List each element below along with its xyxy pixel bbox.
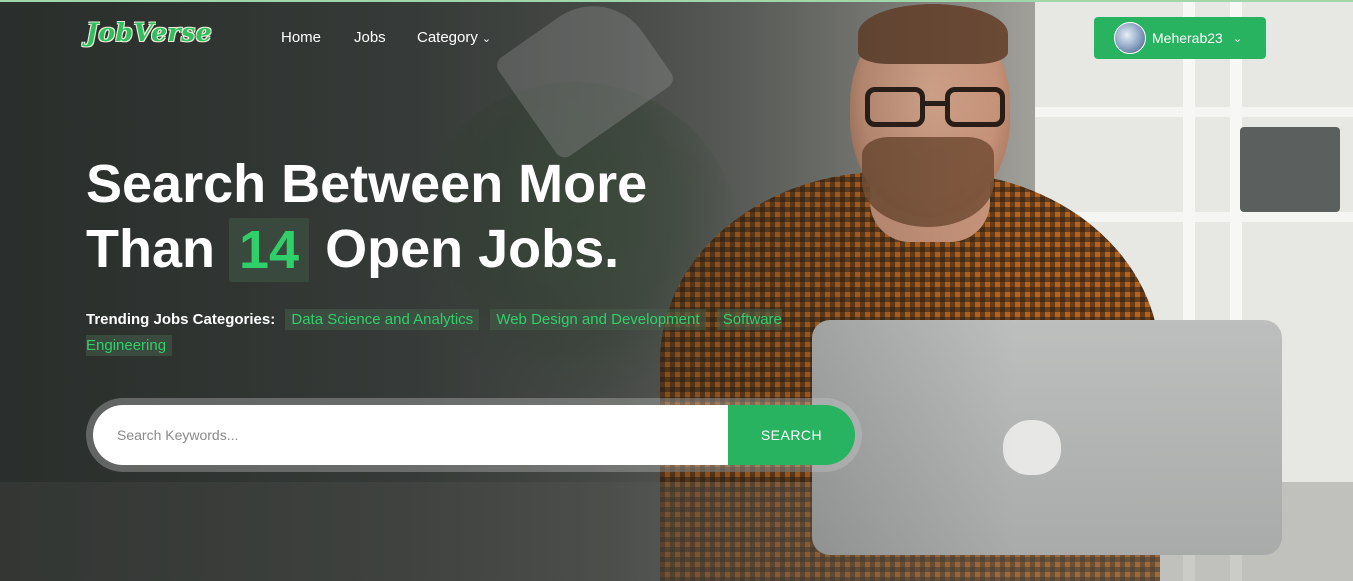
search-button[interactable]: SEARCH xyxy=(728,405,855,465)
trending-categories: Trending Jobs Categories: Data Science a… xyxy=(86,307,826,359)
hero-title: Search Between More Than 14 Open Jobs. xyxy=(86,152,647,282)
dark-overlay xyxy=(0,2,1353,581)
hero-title-prefix: Than xyxy=(86,219,215,279)
trending-tag-web-design[interactable]: Web Design and Development xyxy=(490,309,706,330)
trending-tag-data-science[interactable]: Data Science and Analytics xyxy=(285,309,480,330)
nav-category-dropdown[interactable]: Category ⌄ xyxy=(417,29,491,46)
chevron-down-icon: ⌄ xyxy=(1232,32,1243,45)
site-logo[interactable]: JobVerse xyxy=(86,18,212,47)
search-input[interactable] xyxy=(93,405,728,465)
trending-label: Trending Jobs Categories: xyxy=(86,311,276,328)
nav-category-label: Category xyxy=(417,29,478,46)
user-menu-button[interactable]: Meherab23 ⌄ xyxy=(1094,17,1266,59)
avatar xyxy=(1114,22,1146,54)
nav-jobs-link[interactable]: Jobs xyxy=(354,29,386,46)
username-label: Meherab23 xyxy=(1152,30,1223,46)
hero-section: JobVerse Home Jobs Category ⌄ Meherab23 ⌄… xyxy=(0,0,1353,581)
nav-home-link[interactable]: Home xyxy=(281,29,321,46)
hero-title-line2: Than 14 Open Jobs. xyxy=(86,217,647,282)
chevron-down-icon: ⌄ xyxy=(481,33,492,45)
hero-title-line1: Search Between More xyxy=(86,154,648,214)
job-count-badge: 14 xyxy=(229,217,310,282)
hero-title-suffix: Open Jobs. xyxy=(325,219,620,279)
